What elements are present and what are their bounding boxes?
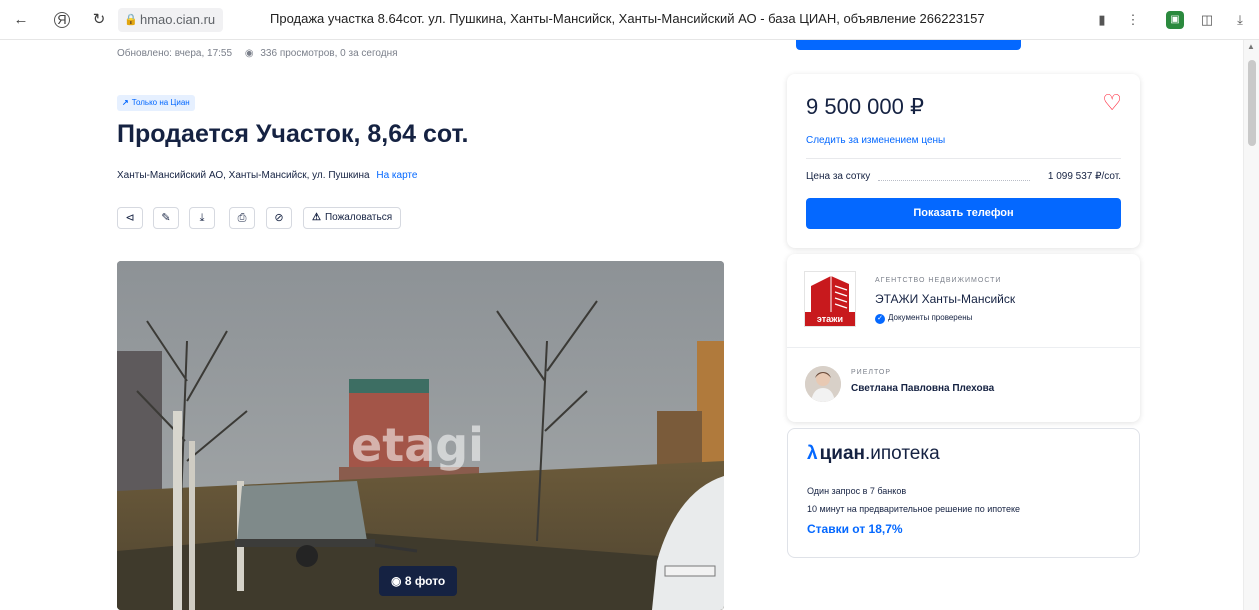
photo-count-button[interactable]: ◉ 8 фото [379,566,458,596]
print-button[interactable]: ⎙ [229,207,255,229]
tab-title: Продажа участка 8.64сот. ул. Пушкина, Ха… [270,11,985,26]
divider [806,158,1121,159]
extension-icon[interactable]: ▣ [1166,11,1184,29]
page-title: Продается Участок, 8,64 сот. [117,120,469,148]
share-button[interactable]: ⊲ [117,207,143,229]
address-domain: hmao.cian.ru [140,12,216,27]
address-text: Ханты-Мансийский АО, Ханты-Мансийск, ул.… [117,170,370,181]
map-link[interactable]: На карте [376,170,417,181]
warning-icon: ⚠ [312,212,321,223]
complain-label: Пожаловаться [324,212,393,223]
divider [787,347,1140,348]
dotted-leader [878,180,1030,181]
verified-badge: ✓ Документы проверены [875,313,972,324]
yandex-icon[interactable]: Я [54,12,70,28]
updated-info: Обновлено: вчера, 17:55 ◉ 336 просмотров… [117,48,398,59]
download-icon[interactable]: ⤓ [1231,11,1249,29]
agent-card: этажи АГЕНТСТВО НЕДВИЖИМОСТИ ЭТАЖИ Ханты… [787,254,1140,422]
scrollbar-thumb[interactable] [1248,60,1256,146]
agency-logo[interactable]: этажи [804,271,856,327]
mortgage-line-1: Один запрос в 7 банков [807,486,907,496]
photo-count-label: 8 фото [404,574,446,588]
views-count: 336 просмотров, 0 за сегодня [260,48,398,59]
price-per-sotka-label: Цена за сотку [806,171,871,182]
scrollbar[interactable]: ▲ [1243,40,1259,610]
listing-photo[interactable]: etagi [117,261,724,610]
page-content: Обновлено: вчера, 17:55 ◉ 336 просмотров… [0,40,1243,610]
mortgage-line-2: 10 минут на предварительное решение по и… [807,504,1020,514]
brand-suffix: .ипотека [864,443,940,464]
show-phone-button[interactable]: Показать телефон [806,198,1121,229]
download-icon: ⤓ [199,212,205,224]
reader-icon[interactable]: ◫ [1198,11,1216,29]
realtor-label: РИЕЛТОР [851,369,892,376]
price-per-sotka-value: 1 099 537 ₽/сот. [1047,171,1121,182]
price: 9 500 000 ₽ [806,94,924,119]
eye-icon: ◉ [244,48,254,59]
photo-scene: etagi [117,261,724,610]
mortgage-rates-link[interactable]: Ставки от 18,7% [807,522,903,536]
address-bar[interactable]: 🔒 hmao.cian.ru [118,8,224,32]
agency-name[interactable]: ЭТАЖИ Ханты-Мансийск [875,292,1015,306]
price-card: 9 500 000 ₽ ♡ Следить за изменением цены… [787,74,1140,248]
updated-time: Обновлено: вчера, 17:55 [117,48,233,59]
arrow-up-icon: ↗ [122,98,129,107]
realtor-photo-icon [805,366,841,402]
photo-watermark: etagi [351,418,484,472]
hide-icon: ⊘ [274,212,284,224]
agency-logo-text: этажи [805,312,855,326]
scroll-up-icon[interactable]: ▲ [1247,42,1255,51]
address: Ханты-Мансийский АО, Ханты-Мансийск, ул.… [117,170,417,181]
building-logo-icon [811,276,849,312]
printer-icon: ⎙ [237,212,247,224]
only-on-cian-badge: ↗ Только на Циан [117,95,195,111]
brand-main: циан [819,443,865,464]
hide-button[interactable]: ⊘ [266,207,292,229]
only-badge-label: Только на Циан [131,98,190,107]
top-action-button[interactable] [796,40,1021,50]
menu-dots-icon[interactable]: ⋮ [1124,11,1142,29]
bookmark-icon[interactable]: ▮ [1093,11,1111,29]
pencil-icon: ✎ [161,212,171,224]
follow-price-link[interactable]: Следить за изменением цены [806,135,945,146]
browser-toolbar: ← Я ↻ 🔒 hmao.cian.ru Продажа участка 8.6… [0,0,1259,40]
avatar[interactable] [805,366,841,402]
verified-check-icon: ✓ [875,314,885,324]
back-arrow-icon[interactable]: ← [12,11,30,29]
reload-icon[interactable]: ↻ [90,11,108,29]
complain-button[interactable]: ⚠ Пожаловаться [303,207,402,229]
cian-mortgage-brand: λ циан.ипотека [807,443,940,465]
download-button[interactable]: ⤓ [189,207,215,229]
favorite-heart-icon[interactable]: ♡ [1102,92,1122,114]
cian-pin-icon: λ [807,443,818,464]
lock-icon: 🔒 [124,14,138,26]
realtor-name[interactable]: Светлана Павловна Плехова [851,383,994,394]
camera-icon: ◉ [391,574,402,588]
agency-type: АГЕНТСТВО НЕДВИЖИМОСТИ [875,277,1002,284]
edit-button[interactable]: ✎ [153,207,179,229]
share-icon: ⊲ [125,212,135,224]
mortgage-card[interactable]: λ циан.ипотека Один запрос в 7 банков 10 … [787,428,1140,558]
verified-label: Документы проверены [888,313,973,322]
